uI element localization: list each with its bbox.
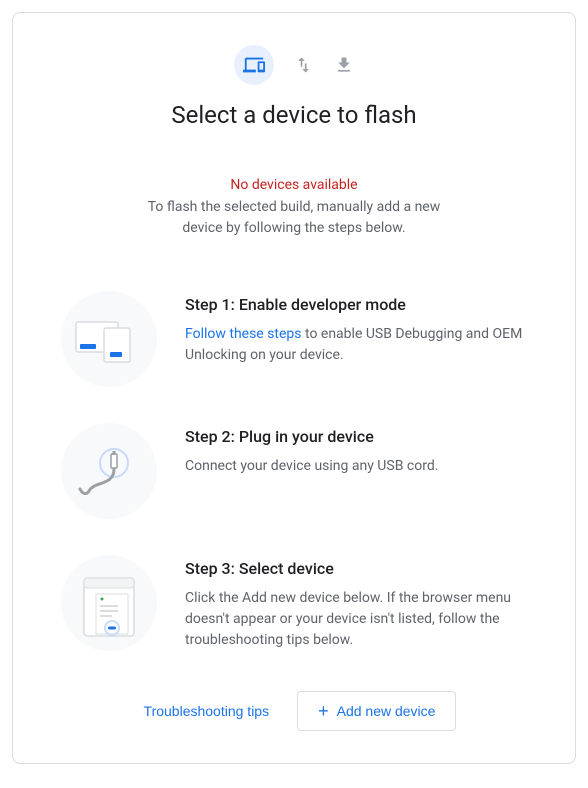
step-3: Step 3: Select device Click the Add new … bbox=[61, 555, 527, 651]
add-device-button[interactable]: + Add new device bbox=[297, 691, 456, 731]
troubleshooting-button[interactable]: Troubleshooting tips bbox=[132, 695, 282, 727]
page-title: Select a device to flash bbox=[61, 101, 527, 129]
follow-steps-link[interactable]: Follow these steps bbox=[185, 326, 302, 342]
devices-icon bbox=[243, 54, 265, 76]
step-2-title: Step 2: Plug in your device bbox=[185, 427, 527, 446]
download-icon bbox=[334, 55, 354, 75]
step-2-illustration bbox=[61, 423, 157, 519]
tab-icons-row bbox=[61, 45, 527, 85]
step-2-content: Step 2: Plug in your device Connect your… bbox=[185, 423, 527, 477]
step-2-desc: Connect your device using any USB cord. bbox=[185, 456, 527, 477]
add-device-label: Add new device bbox=[337, 703, 436, 719]
step-3-content: Step 3: Select device Click the Add new … bbox=[185, 555, 527, 651]
plus-icon: + bbox=[318, 702, 329, 720]
step-1-title: Step 1: Enable developer mode bbox=[185, 295, 527, 314]
download-tab[interactable] bbox=[334, 55, 354, 75]
transfer-tab[interactable] bbox=[294, 55, 314, 75]
step-3-desc: Click the Add new device below. If the b… bbox=[185, 588, 527, 651]
step-3-illustration bbox=[61, 555, 157, 651]
actions-row: Troubleshooting tips + Add new device bbox=[61, 691, 527, 731]
flash-card: Select a device to flash No devices avai… bbox=[12, 12, 576, 764]
no-devices-heading: No devices available bbox=[61, 177, 527, 193]
steps-list: Step 1: Enable developer mode Follow the… bbox=[61, 291, 527, 651]
step-1-illustration bbox=[61, 291, 157, 387]
transfer-icon bbox=[294, 55, 314, 75]
no-devices-description: To flash the selected build, manually ad… bbox=[129, 197, 459, 239]
devices-tab[interactable] bbox=[234, 45, 274, 85]
step-2: Step 2: Plug in your device Connect your… bbox=[61, 423, 527, 519]
step-1: Step 1: Enable developer mode Follow the… bbox=[61, 291, 527, 387]
step-3-title: Step 3: Select device bbox=[185, 559, 527, 578]
step-1-desc: Follow these steps to enable USB Debuggi… bbox=[185, 324, 527, 366]
step-1-content: Step 1: Enable developer mode Follow the… bbox=[185, 291, 527, 366]
